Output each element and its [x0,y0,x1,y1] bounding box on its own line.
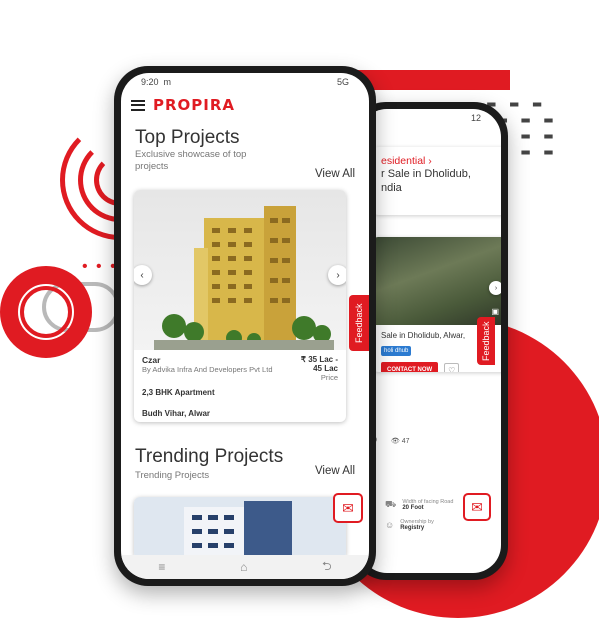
status-right: 5G [336,77,349,87]
breadcrumb[interactable]: esidential › [381,155,501,167]
listing-photo: › ▣ [373,237,501,325]
back-feedback-tab[interactable]: Feedback [477,317,495,365]
hamburger-icon[interactable] [131,99,145,111]
back-status-right: 12 [470,113,481,123]
project-location: Budh Vihar, Alwar [142,409,211,418]
next-image-button[interactable]: › [489,281,501,295]
project-header-row: Czar By Advika Infra And Developers Pvt … [142,355,338,382]
prev-project-button[interactable]: ‹ [134,265,152,285]
front-status-bar: 9:20 m 5G [121,73,369,91]
project-type: 2,3 BHK Apartment [142,388,215,397]
views-stat: 👁 47 [390,438,410,445]
back-status-bar: 12 [359,109,501,127]
top-projects-subtitle: Exclusive showcase of top projects [135,149,247,172]
top-projects-title: Top Projects [135,127,240,148]
heart-icon: ♡ [448,365,456,373]
location-badge: holi dhub [381,346,412,356]
spec-road-width-value: 20 Foot [402,505,424,511]
status-left: 9:20 m [141,77,172,87]
camera-icon: ▣ [491,307,499,316]
app-logo[interactable]: PROPIRA [153,96,235,114]
recent-apps-icon[interactable]: ≡ [158,560,165,574]
back-contact-button[interactable]: ✉ [463,493,491,521]
chevron-right-icon: › [494,284,498,292]
building-illustration [154,206,334,350]
listing-heading-line1: r Sale in Dholidub, [381,168,471,180]
listing-heading-line2: ndia [381,182,402,194]
front-phone: 9:20 m 5G PROPIRA Top Projects Exclusive… [114,66,376,586]
back-phone-screen: 12 esidential › r Sale in Dholidub, ndia… [359,109,501,573]
mail-phone-icon: ✉ [342,499,354,516]
system-nav-bar: ≡ ⌂ ⮌ [121,555,369,579]
project-image: ‹ › [134,190,346,350]
project-price-label: Price [320,373,338,382]
background-red-ring-inner [20,286,72,338]
next-project-button[interactable]: › [328,265,346,285]
background-red-bar [350,70,510,90]
front-phone-screen: 9:20 m 5G PROPIRA Top Projects Exclusive… [121,73,369,579]
mail-phone-icon: ✉ [471,498,483,515]
spec-ownership-value: Registry [400,525,425,531]
back-title-card: esidential › r Sale in Dholidub, ndia [373,147,501,215]
contact-button[interactable]: ✉ [333,493,363,523]
trending-subtitle: Trending Projects [135,470,210,481]
project-developer: By Advika Infra And Developers Pvt Ltd [142,365,273,374]
car-icon: ⛟ [385,499,397,509]
favorite-button[interactable]: ♡ [444,362,460,373]
chevron-right-icon: › [336,269,340,281]
feedback-tab[interactable]: Feedback [349,295,369,351]
listing-stats: 0 👁 47 [373,437,410,445]
back-icon[interactable]: ⮌ [322,557,332,578]
trending-title: Trending Projects [135,446,284,467]
trending-building-image [134,497,346,559]
background-red-dots: • • • [82,258,118,275]
project-price: ₹ 35 Lac - 45 Lac [300,355,338,373]
trending-view-all[interactable]: View All [315,465,355,477]
trending-project-card[interactable] [134,497,346,559]
project-info: Czar By Advika Infra And Developers Pvt … [134,350,346,422]
eye-icon: 👁 [390,438,400,445]
home-icon[interactable]: ⌂ [240,560,247,574]
app-header: PROPIRA [121,91,369,119]
top-project-card[interactable]: ‹ › Czar By Advika Infra And Developers … [134,190,346,422]
chevron-left-icon: ‹ [140,269,144,281]
project-name: Czar [142,355,161,365]
top-projects-view-all[interactable]: View All [315,168,355,180]
user-icon: ☺ [385,520,395,530]
contact-now-button[interactable]: CONTACT NOW [381,362,439,372]
